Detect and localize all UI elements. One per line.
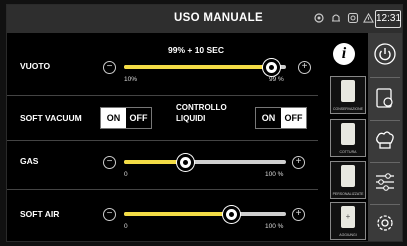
divider bbox=[370, 204, 400, 205]
liquid-control-toggle[interactable]: ON OFF bbox=[255, 107, 307, 129]
soft-vacuum-off[interactable]: OFF bbox=[126, 108, 151, 128]
program-label: COTTURA bbox=[339, 150, 357, 154]
gas-min-label: 0 bbox=[124, 171, 128, 178]
soft-air-slider-fill bbox=[124, 212, 232, 216]
divider bbox=[370, 77, 400, 78]
vacuum-value: 99% + 10 SEC bbox=[168, 45, 224, 55]
soft-air-max-label: 100 % bbox=[265, 223, 284, 230]
liquid-control-off[interactable]: OFF bbox=[281, 108, 306, 128]
program-custom-button[interactable]: PERSONALIZZATE bbox=[330, 161, 366, 199]
vacuum-minus-button[interactable]: − bbox=[103, 61, 116, 74]
gas-slider-knob[interactable] bbox=[177, 154, 194, 171]
vacuum-min-label: 10% bbox=[124, 76, 138, 83]
soft-air-slider-knob[interactable] bbox=[223, 206, 240, 223]
program-label: AGGIUNGI bbox=[339, 233, 357, 237]
soft-vacuum-label: SOFT VACUUM bbox=[20, 113, 82, 123]
soft-air-minus-button[interactable]: − bbox=[103, 208, 116, 221]
program-conservation-button[interactable]: CONSERVAZIONE bbox=[330, 76, 366, 114]
gear-icon[interactable] bbox=[313, 12, 325, 24]
gas-plus-button[interactable]: + bbox=[292, 156, 305, 169]
divider bbox=[370, 120, 400, 121]
soft-vacuum-on[interactable]: ON bbox=[101, 108, 126, 128]
vacuum-bag-icon bbox=[341, 165, 355, 187]
gas-max-label: 100 % bbox=[265, 171, 284, 178]
top-bar: USO MANUALE 12:31 bbox=[7, 5, 402, 33]
divider bbox=[7, 95, 318, 96]
vacuum-bag-icon bbox=[341, 80, 355, 102]
soft-vacuum-toggle[interactable]: ON OFF bbox=[100, 107, 152, 129]
vacuum-label: VUOTO bbox=[20, 61, 51, 71]
chef-hat-icon[interactable] bbox=[374, 129, 396, 151]
control-screen: USO MANUALE 12:31 VUOTO 99% + 10 SEC − +… bbox=[6, 4, 403, 242]
gas-minus-button[interactable]: − bbox=[103, 156, 116, 169]
soft-air-label: SOFT AIR bbox=[20, 209, 60, 219]
settings-gear-icon[interactable] bbox=[374, 212, 396, 234]
gas-label: GAS bbox=[20, 156, 39, 166]
vacuum-plus-button[interactable]: + bbox=[298, 61, 311, 74]
soft-air-min-label: 0 bbox=[124, 223, 128, 230]
liquid-control-label-1: CONTROLLO bbox=[176, 103, 227, 112]
program-cooking-button[interactable]: COTTURA bbox=[330, 119, 366, 157]
camera-icon[interactable] bbox=[347, 12, 359, 24]
page-title: USO MANUALE bbox=[174, 12, 263, 24]
vacuum-max-label: 99 % bbox=[269, 76, 284, 83]
clock: 12:31 bbox=[375, 10, 401, 28]
info-button[interactable]: i bbox=[333, 43, 355, 65]
divider bbox=[7, 189, 318, 190]
sliders-icon[interactable] bbox=[374, 171, 396, 193]
bell-icon[interactable] bbox=[330, 12, 342, 24]
vacuum-bag-icon bbox=[341, 123, 355, 145]
warning-icon[interactable] bbox=[363, 12, 374, 24]
program-label: CONSERVAZIONE bbox=[332, 107, 363, 111]
divider bbox=[370, 162, 400, 163]
program-label: PERSONALIZZATE bbox=[332, 192, 364, 196]
bag-thermometer-icon[interactable] bbox=[375, 87, 395, 109]
program-add-button[interactable]: + AGGIUNGI bbox=[330, 202, 366, 240]
vacuum-slider-knob[interactable] bbox=[263, 59, 280, 76]
soft-air-plus-button[interactable]: + bbox=[292, 208, 305, 221]
divider bbox=[7, 140, 318, 141]
add-bag-icon: + bbox=[341, 206, 355, 228]
power-icon[interactable] bbox=[374, 43, 396, 65]
liquid-control-label-2: LIQUIDI bbox=[176, 114, 206, 123]
liquid-control-on[interactable]: ON bbox=[256, 108, 281, 128]
vacuum-slider-fill bbox=[124, 65, 279, 69]
